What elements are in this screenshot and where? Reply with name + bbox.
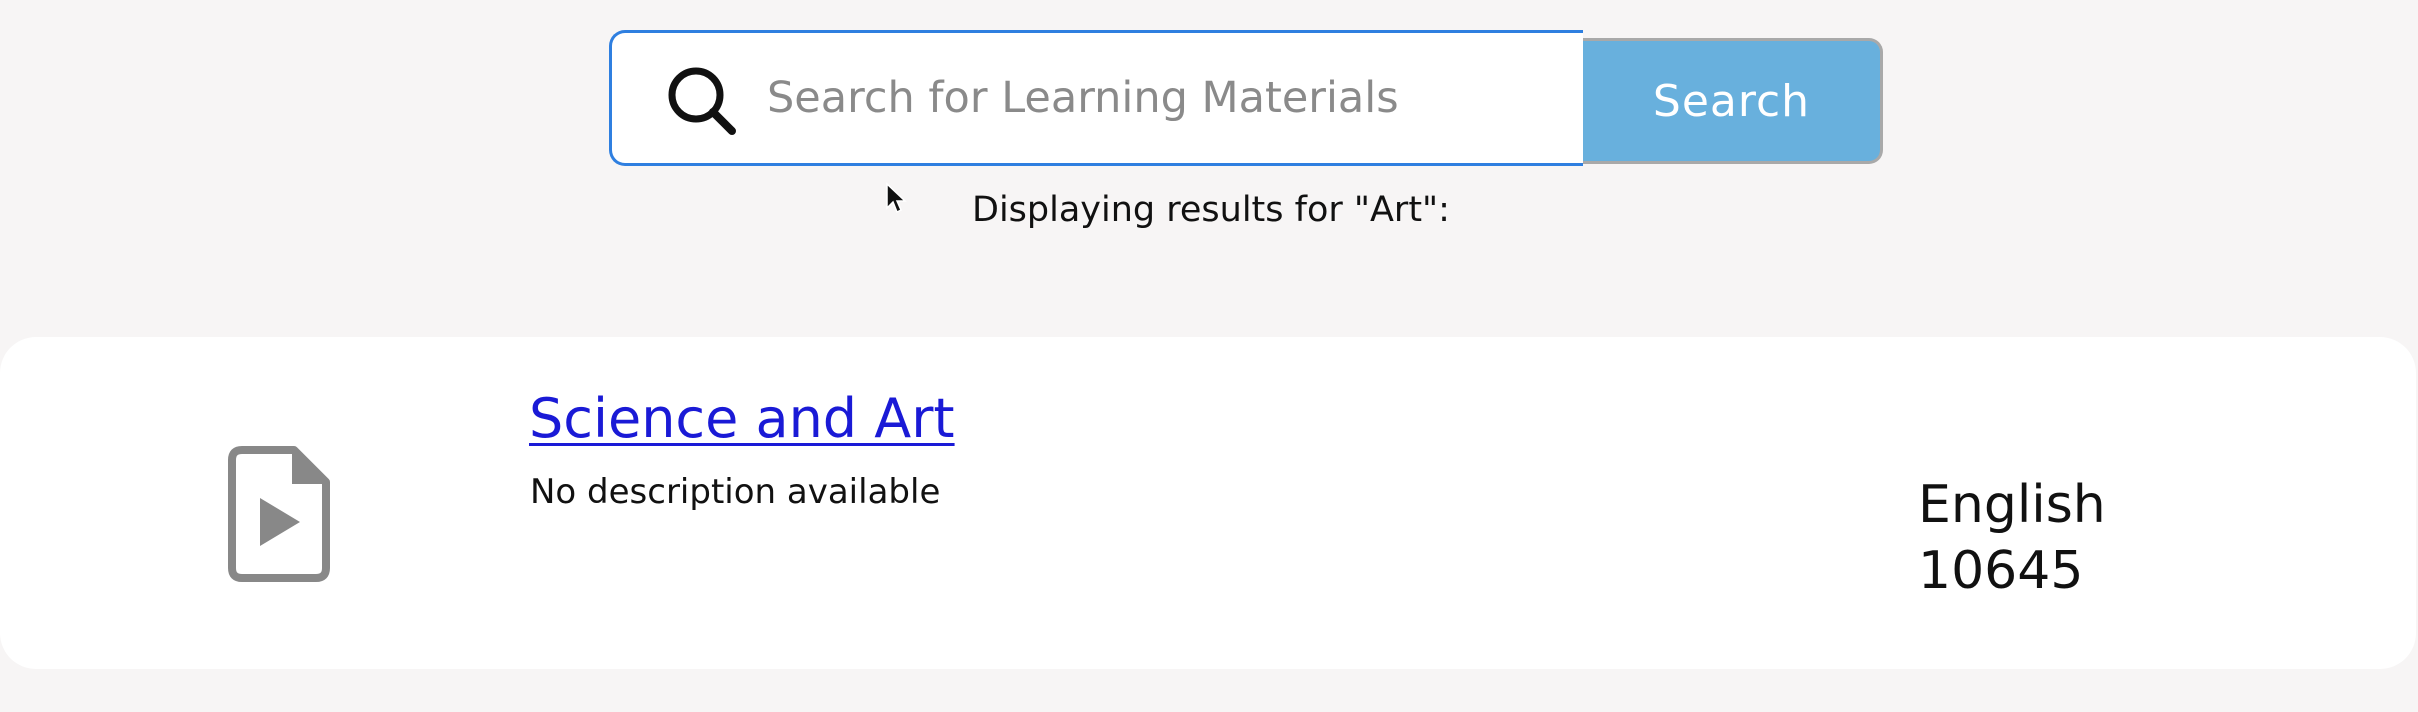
search-button[interactable]: Search xyxy=(1583,38,1883,164)
result-description: No description available xyxy=(530,472,941,512)
search-input[interactable] xyxy=(767,58,1567,138)
result-title-link[interactable]: Science and Art xyxy=(529,387,955,450)
result-id: 10645 xyxy=(1918,541,2084,601)
search-icon xyxy=(666,65,738,137)
search-box[interactable] xyxy=(609,30,1583,166)
video-file-icon xyxy=(226,446,332,582)
result-language: English xyxy=(1918,475,2106,535)
result-card: Science and Art No description available… xyxy=(0,337,2416,669)
mouse-cursor-icon xyxy=(885,182,907,216)
search-bar: Search xyxy=(609,30,1889,172)
result-meta: English 10645 xyxy=(1918,472,2106,604)
results-caption: Displaying results for "Art": xyxy=(972,190,1450,230)
